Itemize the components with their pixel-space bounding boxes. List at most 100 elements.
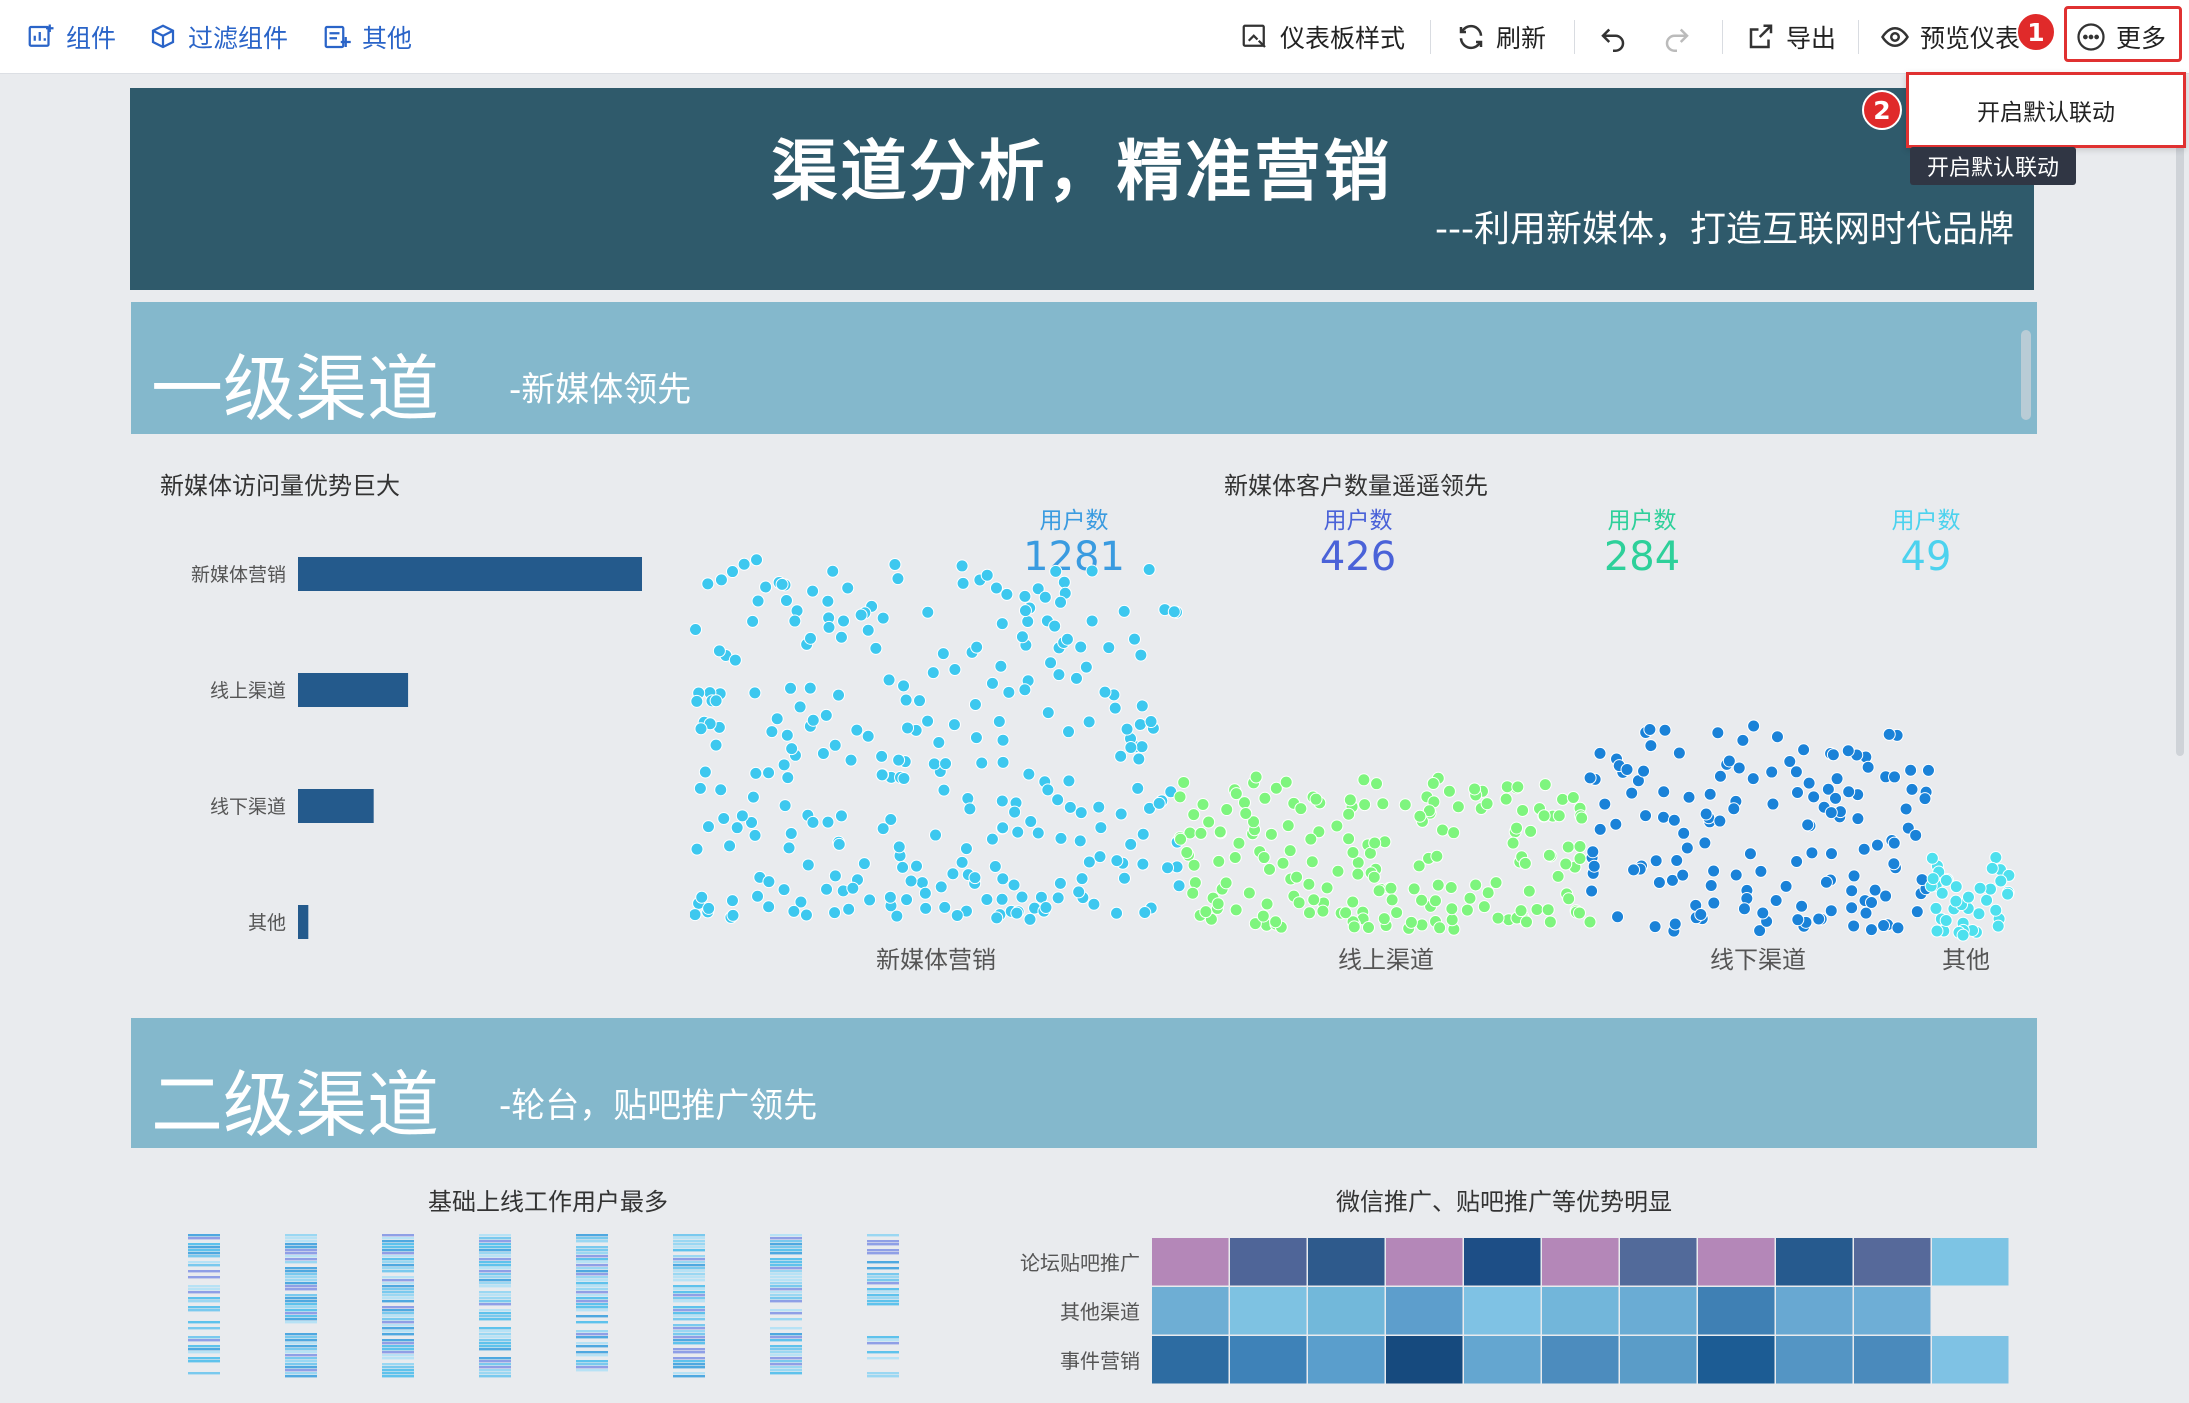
swarm-point[interactable] xyxy=(1264,827,1278,841)
swarm-point[interactable] xyxy=(1819,875,1833,889)
swarm-point[interactable] xyxy=(1499,792,1513,806)
swarm-point[interactable] xyxy=(1018,683,1032,697)
swarm-point[interactable] xyxy=(980,892,994,906)
heatmap-cell[interactable] xyxy=(1386,1238,1463,1286)
swarm-point[interactable] xyxy=(1573,852,1587,866)
heatmap-cell[interactable] xyxy=(1464,1287,1541,1335)
swarm-point[interactable] xyxy=(1239,807,1253,821)
swarm-point[interactable] xyxy=(932,736,946,750)
swarm-point[interactable] xyxy=(765,725,779,739)
swarm-point[interactable] xyxy=(1172,879,1186,893)
heatmap-cell[interactable] xyxy=(1464,1238,1541,1286)
swarm-point[interactable] xyxy=(1699,807,1713,821)
swarm-point[interactable] xyxy=(1180,845,1194,859)
swarm-point[interactable] xyxy=(1765,765,1779,779)
swarm-point[interactable] xyxy=(1372,884,1386,898)
swarm-point[interactable] xyxy=(985,676,999,690)
swarm-point[interactable] xyxy=(759,580,773,594)
swarm-point[interactable] xyxy=(1477,900,1491,914)
swarm-point[interactable] xyxy=(1202,815,1216,829)
swarm-point[interactable] xyxy=(1213,825,1227,839)
swarm-point[interactable] xyxy=(846,881,860,895)
heatmap-cell[interactable] xyxy=(1152,1336,1229,1384)
heatmap-cell[interactable] xyxy=(1776,1238,1853,1286)
swarm-point[interactable] xyxy=(1910,905,1924,919)
swarm-point[interactable] xyxy=(832,837,846,851)
swarm-point[interactable] xyxy=(725,894,739,908)
swarm-point[interactable] xyxy=(712,644,726,658)
swarm-point[interactable] xyxy=(1212,854,1226,868)
swarm-point[interactable] xyxy=(1187,808,1201,822)
swarm-point[interactable] xyxy=(1670,853,1684,867)
swarm-point[interactable] xyxy=(695,890,709,904)
swarm-point[interactable] xyxy=(1444,881,1458,895)
swarm-point[interactable] xyxy=(779,593,793,607)
swarm-point[interactable] xyxy=(1824,904,1838,918)
swarm-point[interactable] xyxy=(1812,912,1826,926)
swarm-point[interactable] xyxy=(1283,844,1297,858)
swarm-point[interactable] xyxy=(701,577,715,591)
swarm-point[interactable] xyxy=(1194,826,1208,840)
swarm-point[interactable] xyxy=(1972,907,1986,921)
swarm-point[interactable] xyxy=(1585,884,1599,898)
swarm-point[interactable] xyxy=(1220,803,1234,817)
swarm-point[interactable] xyxy=(784,827,798,841)
swarm-point[interactable] xyxy=(1627,863,1641,877)
swarm-point[interactable] xyxy=(1074,640,1088,654)
swarm-point[interactable] xyxy=(1057,575,1071,589)
swarm-point[interactable] xyxy=(1469,878,1483,892)
swarm-point[interactable] xyxy=(1711,726,1725,740)
swarm-point[interactable] xyxy=(1376,797,1390,811)
swarm-point[interactable] xyxy=(961,792,975,806)
swarm-point[interactable] xyxy=(1302,877,1316,891)
swarm-point[interactable] xyxy=(1481,886,1495,900)
swarm-point[interactable] xyxy=(992,715,1006,729)
swarm-point[interactable] xyxy=(832,688,846,702)
swarm-point[interactable] xyxy=(1276,856,1290,870)
swarm-point[interactable] xyxy=(1859,906,1873,920)
heatmap-cell[interactable] xyxy=(1308,1336,1385,1384)
swarm-point[interactable] xyxy=(1343,793,1357,807)
swarm-point[interactable] xyxy=(857,857,871,871)
swarm-point[interactable] xyxy=(1211,897,1225,911)
swarm-point[interactable] xyxy=(1023,912,1037,926)
heatmap-cell[interactable] xyxy=(1854,1336,1931,1384)
swarm-point[interactable] xyxy=(1062,774,1076,788)
swarm-point[interactable] xyxy=(1242,886,1256,900)
swarm-point[interactable] xyxy=(1891,921,1905,935)
swarm-point[interactable] xyxy=(728,653,742,667)
swarm-point[interactable] xyxy=(1117,871,1131,885)
undo-button[interactable] xyxy=(1598,0,1628,74)
swarm-point[interactable] xyxy=(1054,595,1068,609)
swarm-point[interactable] xyxy=(1925,851,1939,865)
swarm-point[interactable] xyxy=(1566,791,1580,805)
swarm-point[interactable] xyxy=(1841,744,1855,758)
swarm-point[interactable] xyxy=(939,757,953,771)
swarm-point[interactable] xyxy=(787,904,801,918)
swarm-point[interactable] xyxy=(1445,913,1459,927)
swarm-point[interactable] xyxy=(996,755,1010,769)
swarm-point[interactable] xyxy=(1611,910,1625,924)
swarm-point[interactable] xyxy=(934,880,948,894)
preview-dashboard-button[interactable]: 预览仪表 xyxy=(1880,0,2020,74)
swarm-point[interactable] xyxy=(1136,857,1150,871)
swarm-point[interactable] xyxy=(1031,826,1045,840)
heatmap-cell[interactable] xyxy=(1542,1287,1619,1335)
swarm-point[interactable] xyxy=(1117,604,1131,618)
heatmap-cell[interactable] xyxy=(1542,1336,1619,1384)
swarm-point[interactable] xyxy=(1620,762,1634,776)
swarm-point[interactable] xyxy=(892,840,906,854)
swarm-point[interactable] xyxy=(994,659,1008,673)
swarm-point[interactable] xyxy=(785,742,799,756)
filter-component-button[interactable]: 过滤组件 xyxy=(148,0,288,74)
swarm-point[interactable] xyxy=(1074,806,1088,820)
swarm-point[interactable] xyxy=(784,681,798,695)
swarm-point[interactable] xyxy=(1991,919,2005,933)
swarm-point[interactable] xyxy=(1552,809,1566,823)
swarm-point[interactable] xyxy=(1921,763,1935,777)
swarm-point[interactable] xyxy=(1131,781,1145,795)
swarm-point[interactable] xyxy=(901,721,915,735)
swarm-point[interactable] xyxy=(1007,878,1021,892)
swarm-point[interactable] xyxy=(1038,590,1052,604)
swarm-point[interactable] xyxy=(1385,893,1399,907)
